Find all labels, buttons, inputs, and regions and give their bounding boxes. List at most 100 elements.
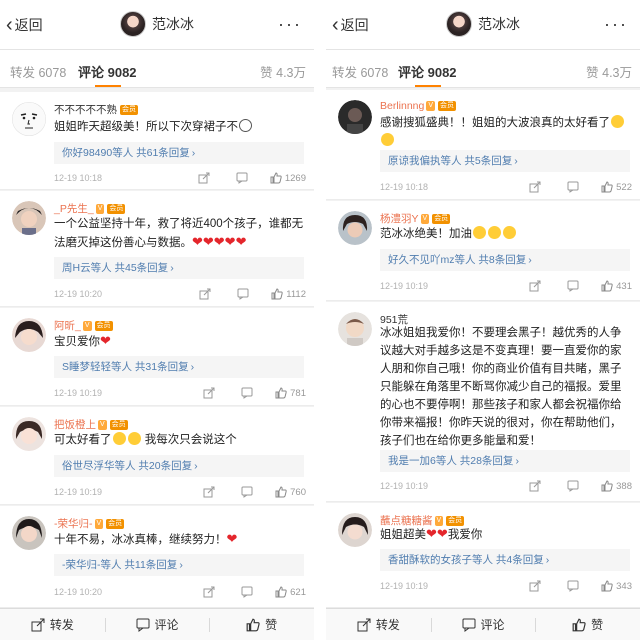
like-button[interactable]: 621 [275,586,306,598]
heart-icon: ❤ [436,526,448,541]
avatar[interactable] [12,516,46,550]
like-button[interactable]: 388 [601,480,632,492]
tab-repost[interactable]: 转发 6078 [332,62,388,81]
vip-badge-icon: V [426,101,436,111]
tab-like[interactable]: 赞 4.3万 [260,62,306,81]
comment-time: 12-19 10:20 [54,587,103,597]
thumbs-up-icon [246,618,260,631]
more-icon[interactable]: ··· [278,14,302,35]
share-icon[interactable] [529,480,541,492]
share-icon[interactable] [203,387,215,399]
share-icon[interactable] [529,181,541,193]
comment-username[interactable]: _P先生_ V 会员 [54,201,126,216]
smile-emoji-icon [381,133,394,146]
like-count: 388 [616,480,632,492]
like-button[interactable]: 431 [601,280,632,292]
replies-link[interactable]: -荣华归-等人 共11条回复 › [54,554,304,576]
comment-username[interactable]: 把饭橙上 V 会员 [54,417,128,432]
repost-button[interactable]: 转发 [0,609,105,640]
tab-comment[interactable]: 评论 9082 [398,62,457,81]
like-button[interactable]: 赞 [209,609,314,640]
replies-link[interactable]: 俗世尽浮华等人 共20条回复 › [54,455,304,477]
replies-link[interactable]: S睡梦轻轻等人 共31条回复 › [54,356,304,378]
thumbs-up-icon [601,181,613,193]
like-count: 1269 [284,172,306,184]
comment-text: 十年不易，冰冰真棒，继续努力！❤ [54,531,238,546]
comment-meta: 12-19 10:19 760 [54,484,306,500]
comment-icon[interactable] [237,288,249,300]
share-icon[interactable] [529,280,541,292]
share-icon[interactable] [203,586,215,598]
tab-comment[interactable]: 评论 9082 [78,62,137,81]
comment-button[interactable]: 评论 [104,609,210,640]
vip-badge-icon: V [82,320,92,331]
more-icon[interactable]: ··· [604,14,628,35]
avatar[interactable] [338,211,372,245]
avatar[interactable] [338,513,372,547]
like-button[interactable]: 1112 [271,288,306,300]
avatar[interactable] [12,201,46,235]
share-icon[interactable] [203,486,215,498]
tab-bar: 转发 6078 评论 9082 赞 4.3万 [0,50,314,88]
tab-repost[interactable]: 转发 6078 [10,62,66,81]
comment-text: 感谢搜狐盛典！！姐姐的大波浪真的太好看了 [380,114,630,150]
comment-icon[interactable] [241,486,253,498]
like-count: 760 [290,486,306,498]
comment-time: 12-19 10:18 [54,173,103,183]
comment-username[interactable]: 阿昕_ V 会员 [54,318,113,333]
like-button[interactable]: 781 [275,387,306,399]
heart-icon: ❤❤❤❤❤ [192,234,247,249]
like-count: 431 [616,280,632,292]
comment-username[interactable]: Berlinnng V 会员 [380,100,457,112]
comment-item: 蘸点糖糖酱 V 会员 姐姐超美❤❤我爱你 香甜酥软的女孩子等人 共4条回复 › 12-… [326,503,640,608]
vip-badge-icon: V [420,213,430,224]
comment-icon[interactable] [567,181,579,193]
top-bar: ‹ 返回 范冰冰 ··· [0,0,314,50]
replies-link[interactable]: 周H云等人 共45条回复 › [54,257,304,279]
vip-badge-icon: V [94,518,104,529]
tab-like[interactable]: 赞 4.3万 [586,62,632,81]
replies-link[interactable]: 我是一加6等人 共28条回复 › [380,450,630,472]
like-button[interactable]: 522 [601,181,632,193]
like-count: 1112 [286,288,306,300]
comment-item: 把饭橙上 V 会员 可太好看了 我每次只会说这个 俗世尽浮华等人 共20条回复 › 1… [0,407,314,505]
vip-badge-icon: V [98,419,107,430]
like-count: 343 [616,580,632,592]
comment-text: 范冰冰绝美！加油 [380,225,630,243]
comment-icon[interactable] [241,586,253,598]
like-button[interactable]: 760 [275,486,306,498]
like-button[interactable]: 343 [601,580,632,592]
comment-button[interactable]: 评论 [430,609,536,640]
comment-icon[interactable] [236,172,248,184]
replies-link[interactable]: 你好98490等人 共61条回复 › [54,142,304,164]
avatar[interactable] [12,102,46,136]
comment-icon[interactable] [241,387,253,399]
replies-link[interactable]: 香甜酥软的女孩子等人 共4条回复 › [380,549,630,571]
avatar[interactable] [12,417,46,451]
comment-text: 可太好看了 我每次只会说这个 [54,432,237,446]
comment-time: 12-19 10:19 [54,487,103,497]
comment-time: 12-19 10:19 [380,281,429,291]
smile-emoji-icon [473,226,486,239]
comment-icon[interactable] [567,480,579,492]
comment-icon[interactable] [567,580,579,592]
share-icon[interactable] [199,288,211,300]
comment-icon[interactable] [567,280,579,292]
comment-meta: 12-19 10:19 431 [380,278,632,294]
replies-link[interactable]: 原谅我偏执等人 共5条回复 › [380,150,630,172]
share-icon[interactable] [529,580,541,592]
like-button[interactable]: 1269 [270,172,306,184]
comment-username[interactable]: 不不不不不熟 会员 [54,102,138,117]
comment-username[interactable]: -荣华归- V 会员 [54,516,125,531]
share-icon[interactable] [198,172,210,184]
repost-button[interactable]: 转发 [326,609,431,640]
avatar[interactable] [338,312,372,346]
comment-username[interactable]: 杨澧羽Y V 会员 [380,211,451,226]
avatar[interactable] [338,100,372,134]
comment-text: 一个公益坚持十年，救了将近400个孩子，谁都无法磨灭掉这份善心与数据。❤❤❤❤❤ [54,218,304,249]
replies-link[interactable]: 好久不见吖mz等人 共8条回复 › [380,249,630,271]
avatar[interactable] [12,318,46,352]
like-button[interactable]: 赞 [535,609,640,640]
avatar [120,11,146,37]
smile-emoji-icon [488,226,501,239]
